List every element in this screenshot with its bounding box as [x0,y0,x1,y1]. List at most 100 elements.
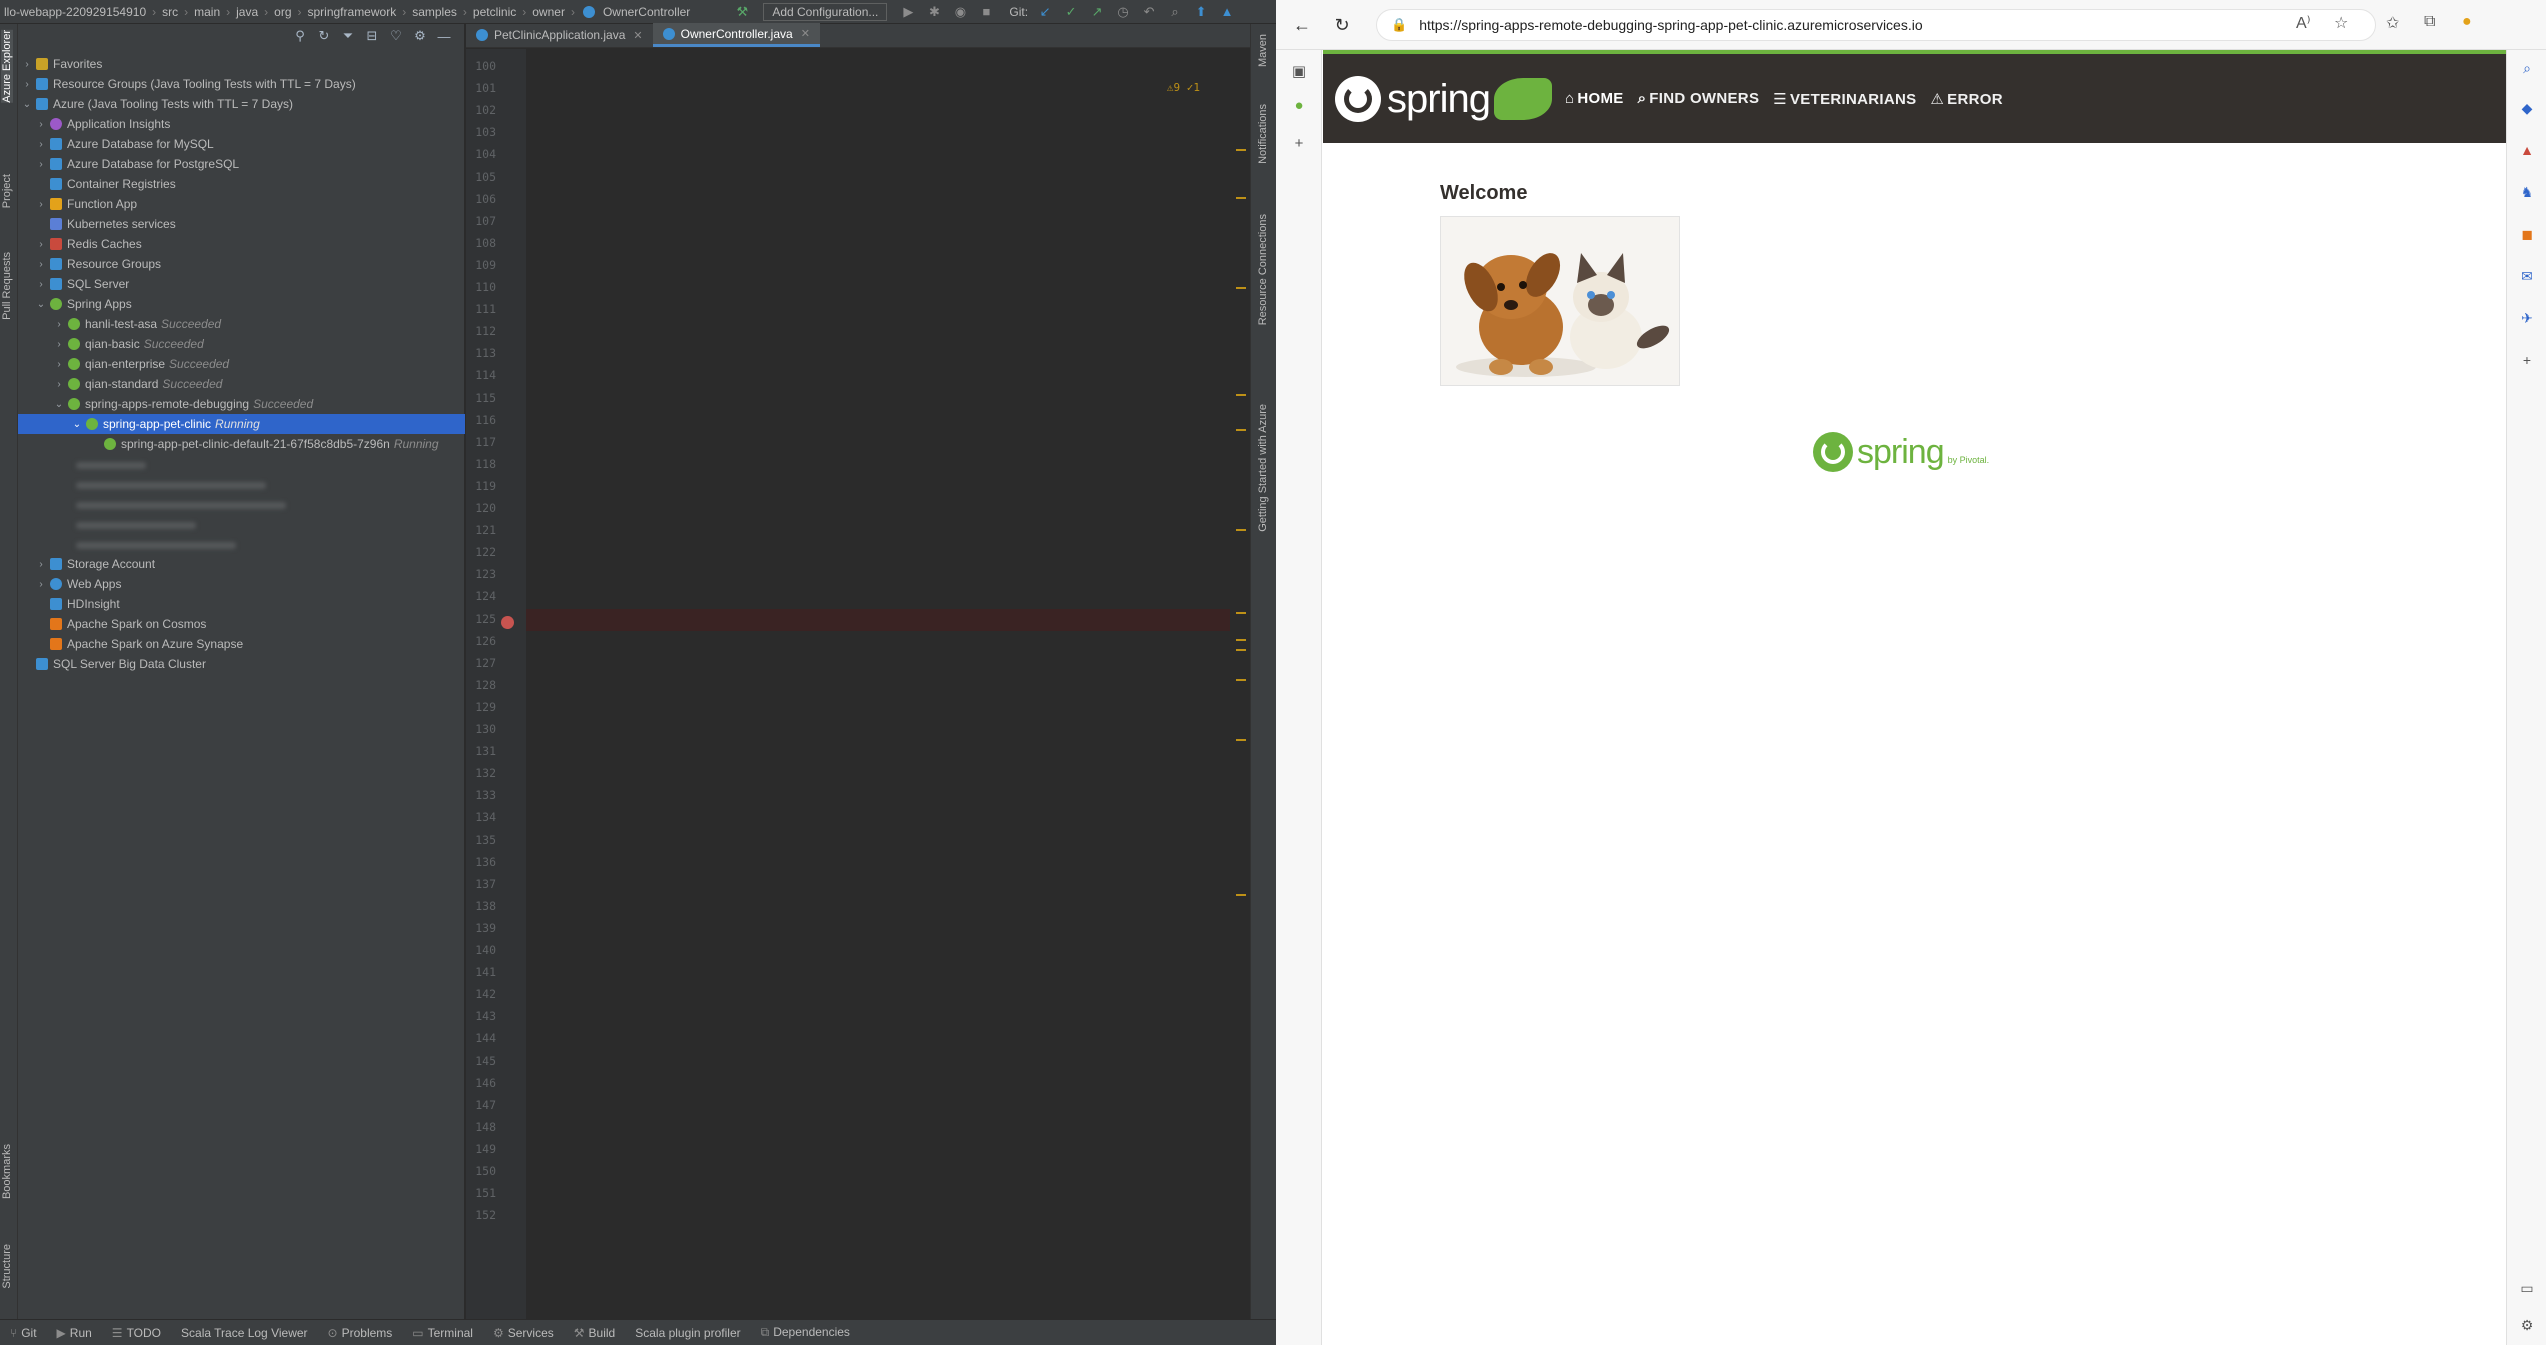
tools-icon[interactable]: ▲ [2517,140,2537,160]
favorite-icon[interactable]: ♡ [388,28,404,44]
run-tool[interactable]: ▶ Run [57,1326,92,1340]
tree-app-instance[interactable]: spring-app-pet-clinic-default-21-67f58c8… [18,434,465,454]
git-tool[interactable]: ⑂ Git [10,1326,37,1340]
shopping-icon[interactable]: ◆ [2517,98,2537,118]
gear-icon[interactable]: ⚙ [412,28,428,44]
stop-icon[interactable]: ■ [978,4,994,20]
tree-spark-synapse[interactable]: Apache Spark on Azure Synapse [18,634,465,654]
tree-spring-child-1[interactable]: › qian-basic Succeeded [18,334,465,354]
git-push-icon[interactable]: ↗ [1089,4,1105,20]
collapse-icon[interactable]: ⊟ [364,28,380,44]
tab-ownercontroller[interactable]: OwnerController.java ✕ [652,23,820,47]
nav-find-owners[interactable]: ⌕ FIND OWNERS [1638,90,1760,108]
pull-requests-tab[interactable]: Pull Requests [1,252,13,320]
close-icon[interactable]: ✕ [633,29,642,42]
tab-actions-icon[interactable]: ▣ [1287,60,1311,84]
favorites-icon[interactable]: ✩ [2386,13,2399,33]
refresh-icon[interactable]: ↻ [1330,13,1354,37]
updates-icon[interactable]: ⬆ [1193,4,1209,20]
breadcrumb-main[interactable]: main [190,5,224,19]
back-icon[interactable]: ← [1290,13,1314,37]
breadcrumb-src[interactable]: src [158,5,182,19]
breadcrumb-ownercontroller[interactable]: OwnerController [599,5,694,19]
tree-resource-groups-ttl[interactable]: › Resource Groups (Java Tooling Tests wit… [18,74,465,94]
build-hammer-icon[interactable]: ⚒ [734,4,750,20]
git-commit-icon[interactable]: ✓ [1063,4,1079,20]
breadcrumb-samples[interactable]: samples [408,5,461,19]
address-bar[interactable]: 🔒 https://spring-apps-remote-debugging-s… [1376,9,2376,41]
nav-home[interactable]: ⌂ HOME [1565,90,1624,108]
nav-error[interactable]: ⚠ ERROR [1930,90,2002,108]
tree-sql-bigdata[interactable]: SQL Server Big Data Cluster [18,654,465,674]
project-tab[interactable]: Project [1,174,13,208]
build-tool[interactable]: ⚒ Build [574,1326,615,1340]
bookmarks-tab[interactable]: Bookmarks [1,1144,13,1199]
getting-started-tab[interactable]: Getting Started with Azure [1257,404,1269,532]
rollback-icon[interactable]: ↶ [1141,4,1157,20]
add-sidebar-icon[interactable]: + [2517,350,2537,370]
search-everywhere-icon[interactable]: ⌕ [1167,4,1183,20]
structure-tab[interactable]: Structure [1,1244,13,1289]
inspection-widget[interactable]: ⚠9 ✓1 [1167,81,1200,94]
services-tool[interactable]: ⚙ Services [493,1326,554,1340]
dependencies-tool[interactable]: ⧉ Dependencies [761,1325,850,1340]
scala-trace-tool[interactable]: Scala Trace Log Viewer [181,1326,308,1340]
tree-spring-app-pet-clinic[interactable]: ⌄ spring-app-pet-clinic Running [18,414,465,434]
tree-storage-account[interactable]: › Storage Account [18,554,465,574]
close-icon[interactable]: ✕ [801,27,810,40]
git-update-icon[interactable]: ↙ [1037,4,1053,20]
tree-postgres[interactable]: › Azure Database for PostgreSQL [18,154,465,174]
breakpoint-icon[interactable] [501,615,514,629]
tree-hdinsight[interactable]: HDInsight [18,594,465,614]
filter-icon[interactable]: ⏷ [340,28,356,44]
debug-icon[interactable]: ✱ [926,4,942,20]
split-screen-icon[interactable]: ▭ [2517,1278,2537,1298]
favorite-star-icon[interactable]: ☆ [2334,13,2348,33]
new-tab-icon[interactable]: + [1287,132,1311,156]
tree-spring-apps[interactable]: ⌄ Spring Apps [18,294,465,314]
run-icon[interactable]: ▶ [900,4,916,20]
add-configuration-button[interactable]: Add Configuration... [763,2,888,21]
office-icon[interactable]: ◼ [2517,224,2537,244]
maven-tab[interactable]: Maven [1257,34,1269,67]
tree-redis[interactable]: › Redis Caches [18,234,465,254]
read-aloud-icon[interactable]: A⁾ [2296,13,2311,33]
tree-spring-child-0[interactable]: › hanli-test-asa Succeeded [18,314,465,334]
breadcrumb-project[interactable]: llo-webapp-220929154910 [0,5,150,19]
breadcrumb-java[interactable]: java [232,5,262,19]
tree-app-insights[interactable]: › Application Insights [18,114,465,134]
notifications-tab[interactable]: Notifications [1257,104,1269,164]
tree-web-apps[interactable]: › Web Apps [18,574,465,594]
spring-tab-icon[interactable]: ● [1287,94,1311,118]
spring-logo[interactable]: spring [1335,76,1552,122]
collections-icon[interactable]: ⧉ [2424,13,2435,31]
tree-mysql[interactable]: › Azure Database for MySQL [18,134,465,154]
tree-azure-root[interactable]: ⌄ Azure (Java Tooling Tests with TTL = 7 … [18,94,465,114]
todo-tool[interactable]: ☰ TODO [112,1326,161,1340]
minimize-icon[interactable]: — [436,29,452,44]
refresh-icon[interactable]: ↻ [316,28,332,44]
tree-kubernetes[interactable]: Kubernetes services [18,214,465,234]
breadcrumb-springframework[interactable]: springframework [304,5,401,19]
azure-icon[interactable]: ▲ [1219,4,1235,20]
scala-profiler-tool[interactable]: Scala plugin profiler [635,1326,740,1340]
resource-connections-tab[interactable]: Resource Connections [1257,214,1269,325]
tree-spark-cosmos[interactable]: Apache Spark on Cosmos [18,614,465,634]
drop-icon[interactable]: ✈ [2517,308,2537,328]
tree-spring-child-3[interactable]: › qian-standard Succeeded [18,374,465,394]
tree-resource-groups[interactable]: › Resource Groups [18,254,465,274]
terminal-tool[interactable]: ▭ Terminal [412,1326,473,1340]
outlook-icon[interactable]: ✉ [2517,266,2537,286]
games-icon[interactable]: ♞ [2517,182,2537,202]
breadcrumb-petclinic[interactable]: petclinic [469,5,520,19]
profile-avatar-icon[interactable]: ● [2462,13,2472,31]
breadcrumb-org[interactable]: org [270,5,295,19]
tree-spring-child-4[interactable]: ⌄ spring-apps-remote-debugging Succeeded [18,394,465,414]
sign-in-icon[interactable]: ⚲ [292,28,308,44]
settings-gear-icon[interactable]: ⚙ [2517,1315,2537,1335]
azure-explorer-tab[interactable]: Azure Explorer [1,30,13,103]
editor-scrollbar[interactable] [1230,49,1250,1319]
tab-petclinicapplication[interactable]: PetClinicApplication.java ✕ [466,23,653,47]
tree-function-app[interactable]: › Function App [18,194,465,214]
breadcrumb-owner[interactable]: owner [528,5,569,19]
